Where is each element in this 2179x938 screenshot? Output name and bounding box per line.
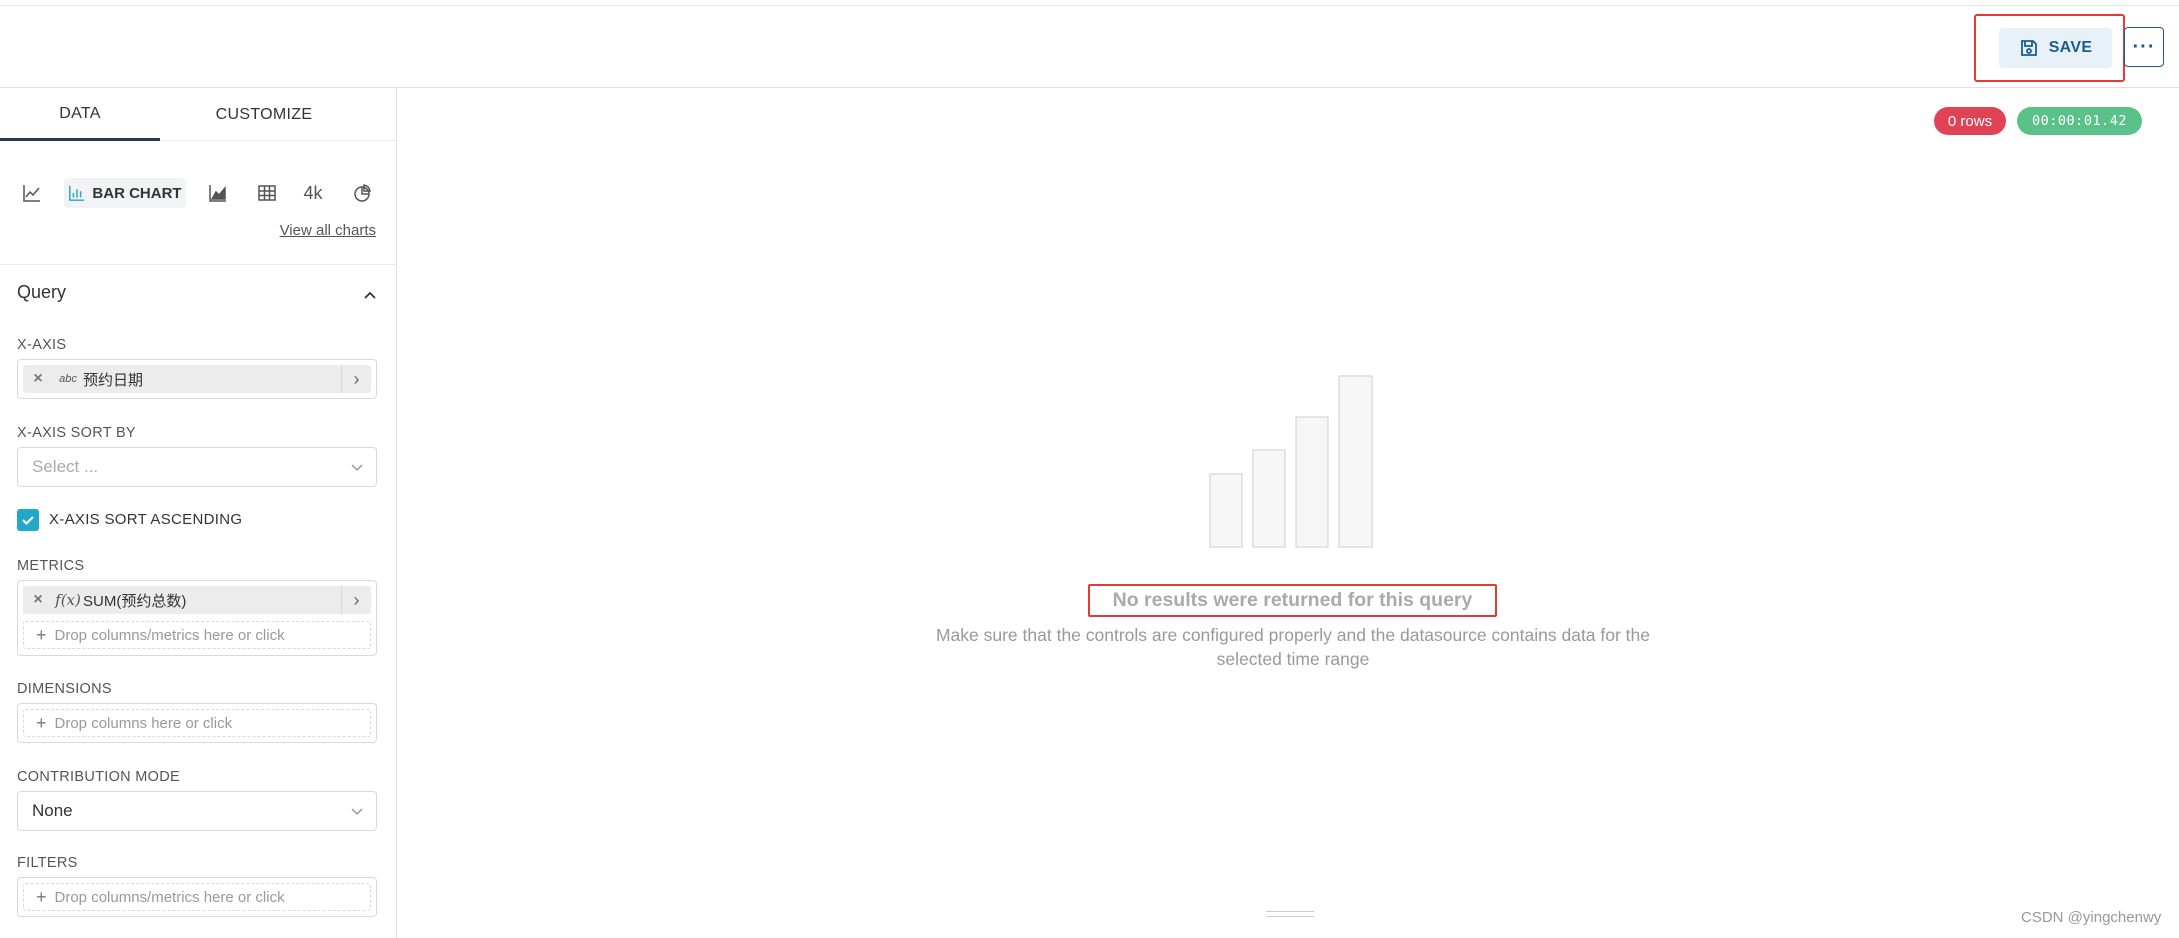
row-count-badge: 0 rows [1934,107,2006,135]
bar-chart-label: BAR CHART [92,184,182,202]
empty-chart-illustration [1209,375,1373,548]
chevron-down-icon [351,464,363,472]
save-button[interactable]: SAVE [1999,28,2112,68]
chevron-down-icon [351,808,363,816]
string-type-icon: abc [59,373,77,385]
pie-chart-icon [354,184,371,202]
contribution-mode-label: CONTRIBUTION MODE [17,769,180,785]
x-axis-sort-ascending-label[interactable]: X-AXIS SORT ASCENDING [49,511,242,528]
plus-icon: + [36,886,47,907]
watermark: CSDN @yingchenwy [2021,909,2162,926]
x-axis-sort-by-label: X-AXIS SORT BY [17,425,136,441]
resize-handle[interactable] [1266,911,1314,917]
plus-icon: + [36,712,47,733]
chevron-right-icon[interactable]: › [341,586,371,614]
save-icon [2020,40,2037,56]
dimensions-drop-zone[interactable]: + Drop columns here or click [23,709,371,737]
x-axis-label: X-AXIS [17,337,67,353]
x-axis-pill[interactable]: × abc 预约日期 › [23,365,371,393]
chevron-up-icon[interactable] [361,286,379,304]
x-axis-sort-by-placeholder: Select ... [32,457,99,476]
chart-area: 0 rows 00:00:01.42 No results were retur… [398,89,2179,938]
function-icon: f(x) [55,591,81,609]
filters-drop-hint: Drop columns/metrics here or click [54,888,285,906]
control-panel: DATA CUSTOMIZE BAR CHART 4k View all cha… [0,89,397,938]
save-button-label: SAVE [2048,39,2093,56]
table-icon [258,185,276,201]
metrics-pill[interactable]: × f(x) SUM(预约总数) › [23,586,371,614]
area-chart-icon [209,185,226,202]
line-chart-button[interactable] [17,173,47,213]
remove-icon[interactable]: × [23,586,53,614]
filters-field[interactable]: + Drop columns/metrics here or click [17,877,377,917]
dimensions-drop-hint: Drop columns here or click [54,714,233,732]
bar-chart-button[interactable]: BAR CHART [64,178,186,208]
big-number-button[interactable]: 4k [298,173,328,213]
dimensions-field[interactable]: + Drop columns here or click [17,703,377,743]
table-chart-button[interactable] [252,173,282,213]
panel-tabs: DATA CUSTOMIZE [0,89,397,141]
contribution-mode-value: None [32,801,73,820]
metrics-drop-zone[interactable]: + Drop columns/metrics here or click [23,621,371,649]
pie-chart-button[interactable] [347,173,377,213]
plus-icon: + [36,624,47,645]
tab-data[interactable]: DATA [0,89,160,141]
chart-type-selector: BAR CHART 4k [0,173,397,213]
x-axis-sort-ascending-checkbox[interactable] [17,509,39,531]
tab-customize[interactable]: CUSTOMIZE [160,89,368,141]
contribution-mode-select[interactable]: None [17,791,377,831]
metrics-field[interactable]: × f(x) SUM(预约总数) › + Drop columns/metric… [17,580,377,656]
metrics-drop-hint: Drop columns/metrics here or click [54,626,285,644]
filters-drop-zone[interactable]: + Drop columns/metrics here or click [23,883,371,911]
empty-state-description: Make sure that the controls are configur… [935,625,1651,669]
filters-label: FILTERS [17,855,78,871]
section-divider [0,264,397,265]
dimensions-label: DIMENSIONS [17,681,112,697]
query-timer-badge: 00:00:01.42 [2017,107,2142,135]
big-number-label: 4k [303,182,323,203]
x-axis-sort-by-select[interactable]: Select ... [17,447,377,487]
view-all-charts-link[interactable]: View all charts [280,222,376,239]
area-chart-button[interactable] [203,173,233,213]
ellipsis-icon: ··· [2132,35,2156,58]
check-icon [22,516,34,526]
bar-chart-icon [69,185,85,201]
line-chart-icon [23,185,40,202]
chevron-right-icon[interactable]: › [341,365,371,393]
more-options-button[interactable]: ··· [2124,27,2164,67]
x-axis-value: 预约日期 [83,371,144,389]
empty-state-title: No results were returned for this query [1112,589,1473,611]
header-bar: SAVE ··· [0,6,2179,88]
x-axis-field[interactable]: × abc 预约日期 › [17,359,377,399]
metrics-label: METRICS [17,558,85,574]
remove-icon[interactable]: × [23,365,53,393]
query-section-title[interactable]: Query [17,282,66,303]
metrics-value: SUM(预约总数) [83,592,187,610]
